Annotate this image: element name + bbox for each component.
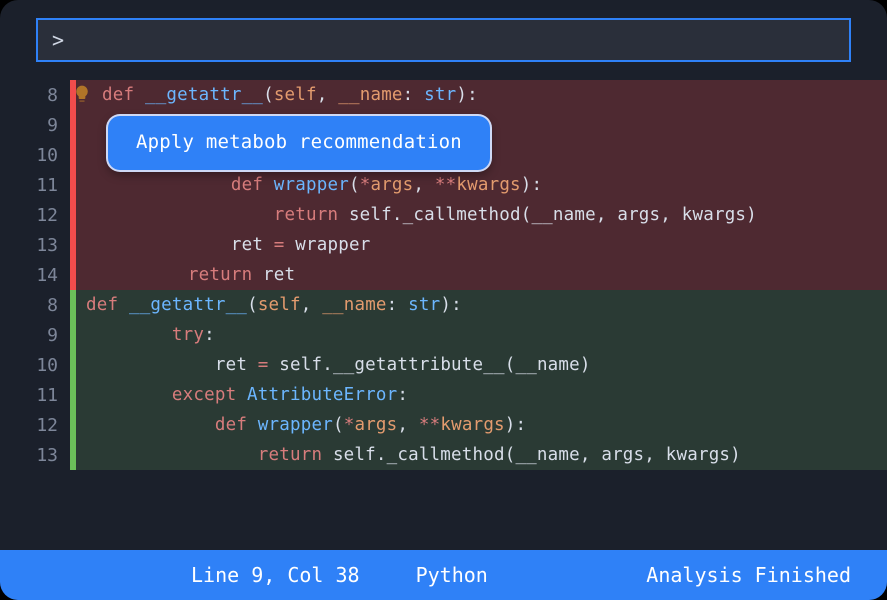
line-number: 8 <box>0 295 70 316</box>
code-line[interactable]: 11 def wrapper(*args, **kwargs): <box>0 170 887 200</box>
line-number: 11 <box>0 385 70 406</box>
line-number: 14 <box>0 265 70 286</box>
apply-recommendation-label: Apply metabob recommendation <box>136 131 462 153</box>
code-content: ret = wrapper <box>76 230 887 260</box>
code-line[interactable]: 12 return self._callmethod(__name, args,… <box>0 200 887 230</box>
code-content: return self._callmethod(__name, args, kw… <box>76 200 887 230</box>
code-line[interactable]: 13 return self._callmethod(__name, args,… <box>0 440 887 470</box>
code-line[interactable]: 10 ret = self.__getattribute__(__name) <box>0 350 887 380</box>
code-content: except AttributeError: <box>76 380 887 410</box>
code-line[interactable]: 13 ret = wrapper <box>0 230 887 260</box>
code-line[interactable]: 8 def __getattr__(self, __name: str): <box>0 290 887 320</box>
code-editor[interactable]: 8 def __getattr__(self, __name: str): 9 … <box>0 72 887 550</box>
code-content: def __getattr__(self, __name: str): <box>76 290 887 320</box>
line-number: 9 <box>0 115 70 136</box>
code-content: def wrapper(*args, **kwargs): <box>76 410 887 440</box>
code-line[interactable]: 8 def __getattr__(self, __name: str): <box>0 80 887 110</box>
editor-window: > 8 def __getattr__(self, __name: str): … <box>0 0 887 600</box>
line-number: 11 <box>0 175 70 196</box>
code-line[interactable]: 9 try: <box>0 320 887 350</box>
code-line[interactable]: 14 return ret <box>0 260 887 290</box>
line-number: 12 <box>0 205 70 226</box>
code-content: try: <box>76 320 887 350</box>
code-line[interactable]: 11 except AttributeError: <box>0 380 887 410</box>
line-number: 10 <box>0 145 70 166</box>
line-number: 13 <box>0 445 70 466</box>
code-content: return self._callmethod(__name, args, kw… <box>76 440 887 470</box>
line-number: 10 <box>0 355 70 376</box>
status-position[interactable]: Line 9, Col 38 <box>191 563 360 587</box>
line-number: 8 <box>0 85 70 106</box>
status-analysis[interactable]: Analysis Finished <box>646 563 851 587</box>
command-input[interactable]: > <box>36 18 851 62</box>
line-number: 9 <box>0 325 70 346</box>
status-language[interactable]: Python <box>416 563 488 587</box>
code-line[interactable]: 12 def wrapper(*args, **kwargs): <box>0 410 887 440</box>
command-prompt: > <box>52 28 64 52</box>
code-content: ret = self.__getattribute__(__name) <box>76 350 887 380</box>
line-number: 13 <box>0 235 70 256</box>
command-bar-area: > <box>0 0 887 72</box>
code-content: def __getattr__(self, __name: str): <box>76 80 887 110</box>
status-bar: Line 9, Col 38 Python Analysis Finished <box>0 550 887 600</box>
code-content: return ret <box>76 260 887 290</box>
apply-recommendation-button[interactable]: Apply metabob recommendation <box>108 116 490 170</box>
line-number: 12 <box>0 415 70 436</box>
code-content: def wrapper(*args, **kwargs): <box>76 170 887 200</box>
